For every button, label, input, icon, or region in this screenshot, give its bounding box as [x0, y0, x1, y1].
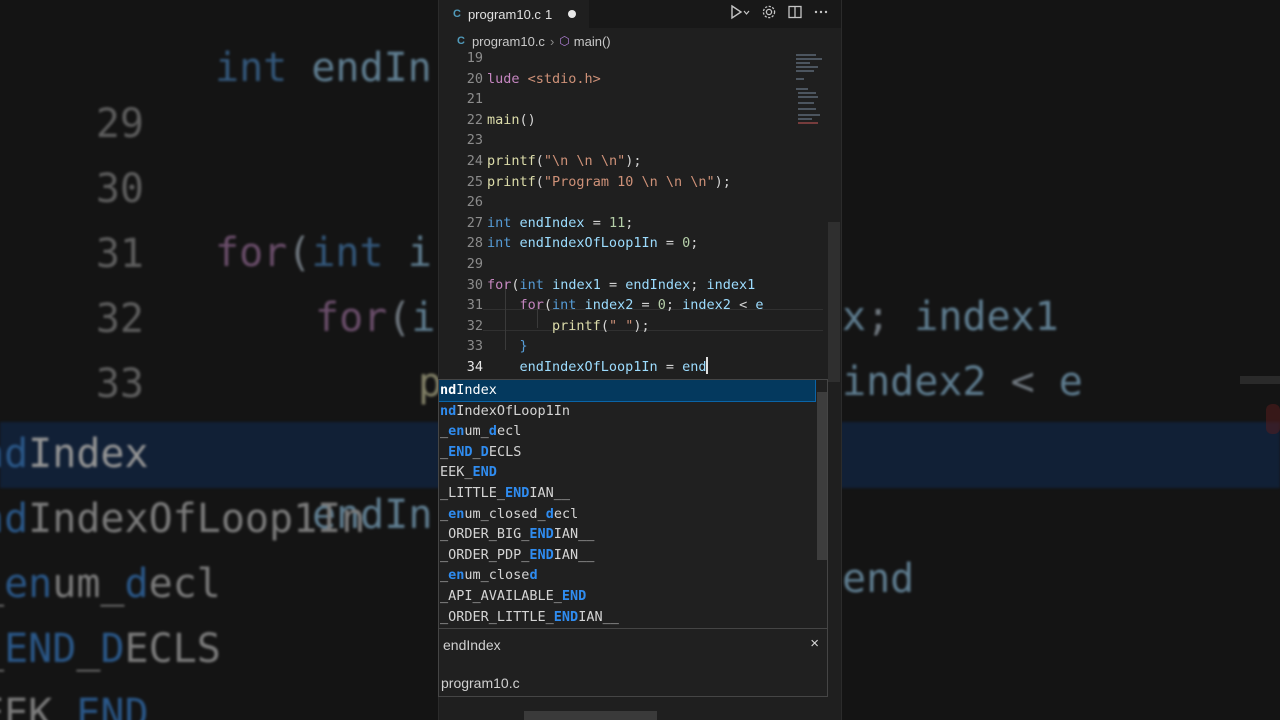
line-number: 21: [466, 91, 483, 108]
code-text[interactable]: lude <stdio.h>: [487, 69, 601, 90]
line-number: 22: [466, 111, 483, 128]
line-number: 23: [466, 132, 483, 149]
bg-line: 33 }: [95, 361, 339, 471]
tab-filename: program10.c: [467, 6, 541, 22]
code-line[interactable]: 26: [439, 192, 841, 213]
suggestion-widget[interactable]: ndIndex ndIndexOfLoop1In _enum_decl _END_DE…: [438, 379, 828, 629]
line-number: 34: [466, 359, 483, 375]
suggestion-item[interactable]: _END_DECLS: [439, 442, 815, 463]
close-icon[interactable]: ×: [810, 635, 819, 652]
unsaved-dot-icon[interactable]: [568, 10, 577, 18]
symbol-method-icon: ⬡: [559, 34, 570, 48]
suggestion-item[interactable]: _LITTLE_ENDIAN__: [439, 483, 815, 504]
code-text[interactable]: endIndexOfLoop1In = end: [487, 357, 709, 378]
suggestion-item[interactable]: _API_AVAILABLE_END: [439, 586, 815, 607]
code-line[interactable]: 20 lude <stdio.h>: [439, 69, 841, 90]
suggestion-scrollbar[interactable]: [817, 392, 827, 560]
tab-problem-count: 1: [544, 6, 553, 22]
code-line[interactable]: 27 int endIndex = 11;: [439, 213, 841, 234]
code-line[interactable]: 33 }: [439, 336, 841, 357]
code-line[interactable]: 24 printf("\n \n \n");: [439, 151, 841, 172]
suggestion-item[interactable]: _enum_closed_decl: [439, 504, 815, 525]
code-text[interactable]: printf(" ");: [487, 316, 650, 337]
bg-suggestions: ndIndex ndIndexOfLoop1In _enum_decl _END…: [0, 431, 366, 720]
line-number: 27: [466, 214, 483, 231]
details-file: program10.c: [441, 675, 520, 691]
code-line[interactable]: 23: [439, 130, 841, 151]
code-line[interactable]: 31 for(int index2 = 0; index2 < e: [439, 295, 841, 316]
code-text[interactable]: int endIndexOfLoop1In = 0;: [487, 233, 698, 254]
bg-line: 29: [95, 101, 144, 147]
suggestion-item[interactable]: ndIndex: [439, 380, 816, 402]
split-editor-icon[interactable]: [787, 4, 803, 23]
code-text[interactable]: printf("\n \n \n");: [487, 151, 641, 172]
code-text[interactable]: int endIndex = 11;: [487, 213, 633, 234]
editor-scrollbar[interactable]: [828, 222, 840, 382]
c-file-icon: C: [457, 35, 465, 47]
run-debug-icon[interactable]: [729, 4, 751, 23]
code-text[interactable]: main(): [487, 110, 536, 131]
line-number: 25: [466, 173, 483, 190]
gear-icon[interactable]: [761, 4, 777, 23]
tab-bar: C program10.c 1: [439, 0, 841, 28]
code-text[interactable]: for(int index1 = endIndex; index1: [487, 275, 755, 296]
bg-line: 31 for(i index2 < e: [95, 231, 1083, 405]
line-number: 32: [466, 317, 483, 334]
code-line[interactable]: 32 printf(" ");: [439, 316, 841, 337]
bg-line: 34 endIn end: [96, 428, 915, 602]
code-line[interactable]: 28 int endIndexOfLoop1In = 0;: [439, 233, 841, 254]
breadcrumb-file[interactable]: program10.c: [472, 34, 545, 49]
suggestion-item[interactable]: _enum_decl: [439, 421, 815, 442]
line-number: 26: [466, 194, 483, 211]
bg-decoration: [1266, 404, 1280, 434]
bg-line: 32 p: [95, 296, 443, 406]
line-number: 31: [466, 297, 483, 314]
minimap[interactable]: [786, 52, 826, 132]
editor-actions: [729, 4, 829, 23]
line-number: 28: [466, 235, 483, 252]
code-line[interactable]: 21: [439, 89, 841, 110]
suggestion-item[interactable]: EEK_END: [439, 462, 815, 483]
chevron-right-icon: ›: [549, 33, 555, 49]
bg-line: 30 for(int i x; index1: [95, 166, 1059, 340]
details-title: endIndex: [443, 637, 501, 653]
more-icon[interactable]: [813, 4, 829, 23]
code-line[interactable]: 34 endIndexOfLoop1In = end: [439, 357, 841, 378]
suggestion-details: endIndex × program10.c: [438, 629, 828, 697]
suggestion-item[interactable]: _enum_closed: [439, 565, 815, 586]
horizontal-scrollbar[interactable]: [524, 711, 657, 720]
c-file-icon: C: [453, 8, 461, 20]
code-line[interactable]: 22 main(): [439, 110, 841, 131]
suggestion-item[interactable]: _ORDER_BIG_ENDIAN__: [439, 524, 815, 545]
breadcrumb-symbol[interactable]: main(): [574, 34, 611, 49]
line-number: 24: [466, 153, 483, 169]
bg-decoration: [1240, 376, 1280, 384]
line-number: 29: [466, 256, 483, 272]
suggestion-item[interactable]: ndIndexOfLoop1In: [439, 401, 815, 422]
line-number: 20: [466, 70, 483, 87]
suggestion-item[interactable]: _ORDER_PDP_ENDIAN__: [439, 545, 815, 566]
code-text[interactable]: printf("Program 10 \n \n \n");: [487, 172, 731, 193]
code-line[interactable]: 25 printf("Program 10 \n \n \n");: [439, 172, 841, 193]
tab-program10[interactable]: C program10.c 1: [439, 0, 589, 28]
line-number: 33: [466, 338, 483, 355]
line-number: 19: [466, 50, 483, 66]
suggestion-item[interactable]: _ORDER_LITTLE_ENDIAN__: [439, 607, 815, 628]
code-line[interactable]: 29: [439, 254, 841, 275]
code-text[interactable]: }: [487, 336, 528, 357]
code-line[interactable]: 19: [439, 48, 841, 69]
code-text[interactable]: for(int index2 = 0; index2 < e: [487, 295, 764, 316]
line-number: 30: [466, 276, 483, 293]
code-line[interactable]: 30 for(int index1 = endIndex; index1: [439, 275, 841, 296]
